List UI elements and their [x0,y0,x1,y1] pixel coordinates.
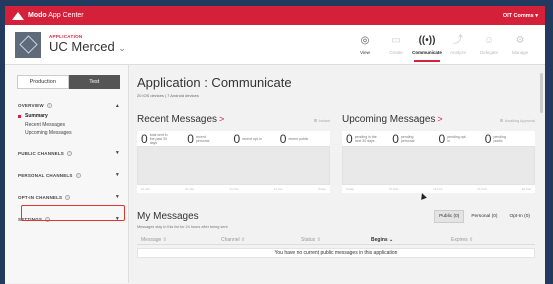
brand-name[interactable]: Modo App Center [28,12,84,19]
instant-link[interactable]: Instant [313,119,330,123]
my-messages-title: My Messages [137,211,199,222]
chevron-down-icon: ⌄ [118,42,126,53]
app-selector[interactable]: APPLICATION UC Merced ⌄ [49,34,126,56]
sidebar-item-recent-messages[interactable]: Recent Messages [5,121,128,130]
my-messages-note: Messages stay in this list for 24 hours … [137,225,228,229]
stat-item: 0 pending personal [392,131,415,146]
top-bar: Modo App Center OIT Comms ▾ [5,6,545,25]
chevron-down-icon: ▼ [114,194,120,200]
app-header: APPLICATION UC Merced ⌄ ◎ View ▭ Create … [5,25,545,65]
opt-in-channels-highlight [21,205,125,221]
sidebar-item-summary[interactable]: Summary [5,112,128,121]
stat-item: 0 recent personal [187,131,210,146]
sidebar-item-upcoming-messages[interactable]: Upcoming Messages [5,129,128,138]
sidebar-section-opt-in-channels[interactable]: OPT-IN CHANNELS? ▼ [5,191,128,204]
gear-icon: ⚙ [515,34,525,46]
upcoming-messages-title[interactable]: Upcoming Messages > [342,114,443,125]
nav-communicate[interactable]: ((•)) Communicate [412,25,442,64]
eye-icon: ◎ [360,34,370,46]
empty-message-row: You have no current public messages in t… [137,248,535,258]
scrollbar[interactable] [540,73,543,113]
recent-messages-title[interactable]: Recent Messages > [137,114,224,125]
nav-view[interactable]: ◎ View [350,25,380,64]
help-icon[interactable]: ? [67,150,73,156]
nav-manage[interactable]: ⚙ Manage [505,25,535,64]
stat-item: 0 recent opt-in [233,131,262,146]
users-icon: ☺ [483,34,495,46]
test-tab[interactable]: Test [68,75,120,89]
sidebar-section-personal-channels[interactable]: PERSONAL CHANNELS? ▼ [5,169,128,182]
chevron-right-icon: > [219,114,225,124]
column-expires[interactable]: Expires ⇳ [451,237,511,243]
upcoming-x-axis: Today 07 Feb 14 Feb 21 Feb 28 Feb [342,185,535,193]
modo-logo-icon [12,11,24,20]
help-icon[interactable]: ? [46,103,52,108]
tab-personal[interactable]: Personal (0) [466,210,502,223]
help-icon[interactable]: ? [75,172,81,178]
sidebar-section-public-channels[interactable]: PUBLIC CHANNELS? ▼ [5,147,128,160]
sidebar: Production Test OVERVIEW? ▲ Summary Rece… [5,65,129,283]
stat-item: 0 recent public [279,131,309,146]
chevron-up-icon: ▲ [114,102,120,109]
my-messages-tabs: Public (0) Personal (0) Opt-In (0) [432,210,535,223]
stat-item: 0 pending public [484,131,506,146]
device-count: 20 iOS devices | 7 Android devices [137,93,199,98]
upcoming-messages-card: Upcoming Messages > Awaiting Approval 0 pe… [342,114,535,193]
tab-public[interactable]: Public (0) [434,210,465,223]
nav-create[interactable]: ▭ Create [381,25,411,64]
window-icon: ▭ [391,34,401,46]
chart-icon: ⤴ [453,34,463,46]
chevron-down-icon: ▼ [114,172,120,178]
app-icon [15,31,41,58]
chevron-down-icon: ▼ [114,150,120,156]
nav-analyze[interactable]: ⤴ Analyze [443,25,473,64]
recent-x-axis: 10 Jan 07 Jan 14 Jan 21 Jan Today [137,185,330,193]
app-window: Modo App Center OIT Comms ▾ APPLICATION … [5,6,545,284]
stat-item: 0 pending opt-in [438,131,467,146]
messages-table-header: Message ⇳ Channel ⇳ Status ⇳ Begins ⌄ Ex… [137,235,535,245]
column-channel[interactable]: Channel ⇳ [221,237,301,243]
environment-toggle: Production Test [17,75,120,89]
stat-item: 0 total sent in the past 30 days [141,131,168,146]
tab-opt-in[interactable]: Opt-In (0) [504,210,535,223]
stat-item: 0 pending in the next 30 days [346,131,377,146]
chevron-right-icon: > [437,114,443,124]
recent-messages-card: Recent Messages > Instant 0 total sent in … [137,114,330,193]
broadcast-icon: ((•)) [418,34,436,46]
sidebar-section-overview[interactable]: OVERVIEW? ▲ [5,99,128,112]
account-menu[interactable]: OIT Comms ▾ [503,13,538,19]
production-tab[interactable]: Production [17,75,69,89]
column-status[interactable]: Status ⇳ [301,237,371,243]
column-begins[interactable]: Begins ⌄ [371,237,451,243]
page-title: Application : Communicate [137,75,292,90]
awaiting-approval-link[interactable]: Awaiting Approval [499,119,535,123]
app-name: UC Merced ⌄ [49,38,126,54]
help-icon[interactable]: ? [65,194,71,200]
recent-chart-area [137,146,330,185]
main-nav: ◎ View ▭ Create ((•)) Communicate ⤴ Anal… [349,25,535,64]
upcoming-stats: 0 pending in the next 30 days 0 pending pe… [342,131,535,146]
main-content: Application : Communicate 20 iOS devices… [129,65,545,283]
column-message[interactable]: Message ⇳ [141,237,221,243]
nav-delegate[interactable]: ☺ Delegate [474,25,504,64]
recent-stats: 0 total sent in the past 30 days 0 recent … [137,131,330,146]
upcoming-chart-area [342,146,535,185]
